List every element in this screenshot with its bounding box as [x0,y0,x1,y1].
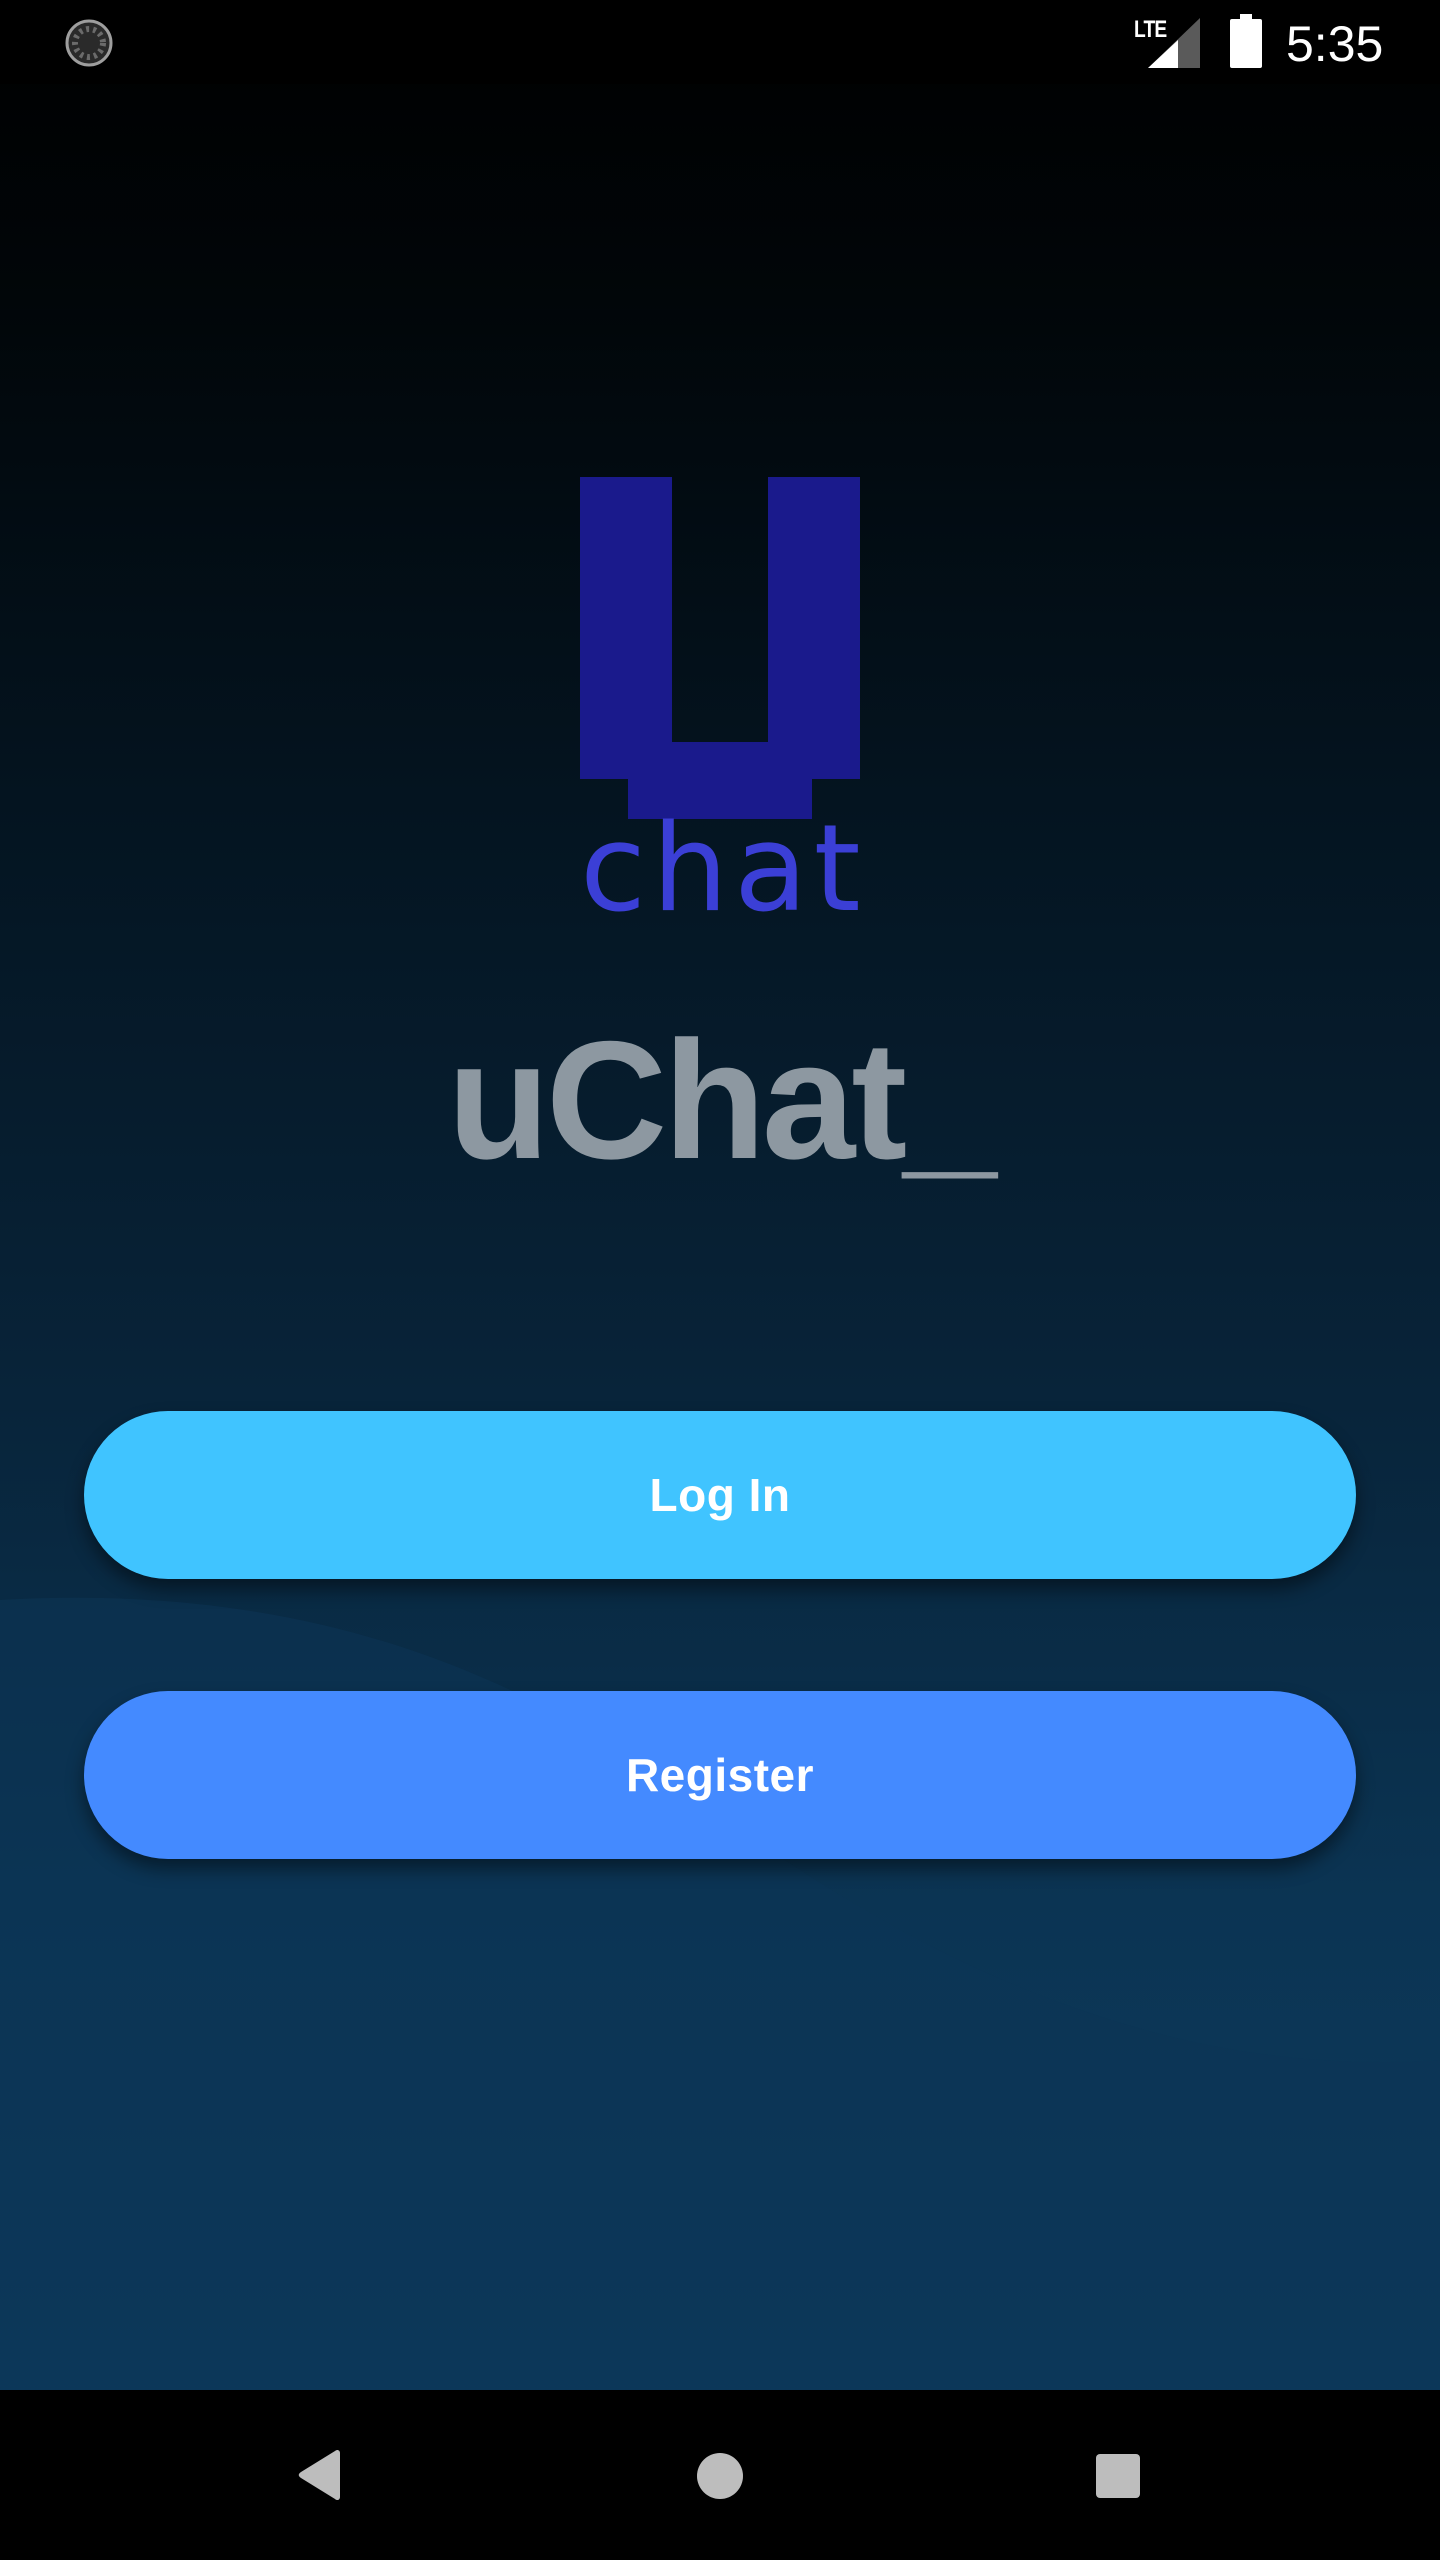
app-background: chat uChat_ Log In Register [0,0,1440,2390]
logo-chat-text: chat [580,800,867,939]
status-bar: LTE 5:35 [0,0,1440,84]
register-button[interactable]: Register [84,1691,1356,1859]
logo-u-mark [580,477,860,819]
background-wave [0,1597,1440,2390]
app-screen: chat uChat_ Log In Register LTE 5:35 [0,0,1440,2560]
clock-time: 5:35 [1286,16,1384,72]
login-button[interactable]: Log In [84,1411,1356,1579]
home-icon[interactable] [696,2452,744,2500]
battery-icon [1230,14,1262,68]
back-icon[interactable] [296,2449,344,2501]
loading-spinner-icon [65,19,113,67]
recents-icon[interactable] [1096,2454,1140,2498]
signal-icon [1148,18,1200,68]
app-title: uChat_ [447,1006,996,1194]
